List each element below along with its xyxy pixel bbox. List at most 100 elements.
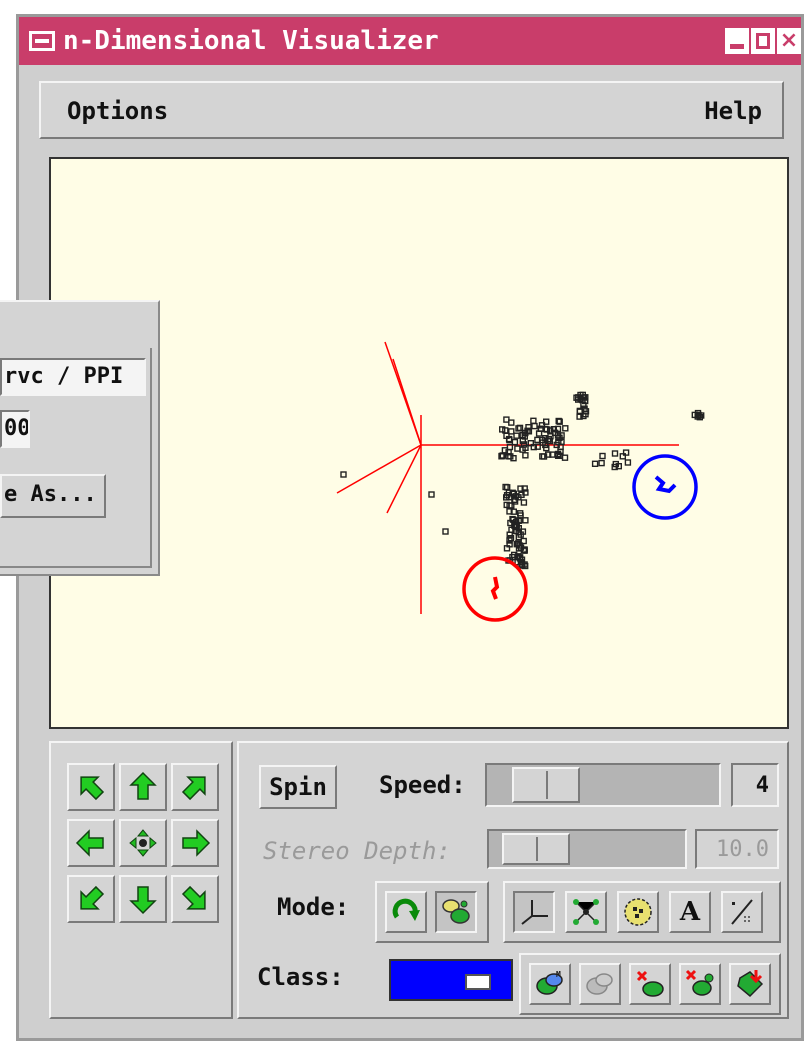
minimize-icon[interactable] xyxy=(725,28,749,54)
maximize-icon[interactable] xyxy=(751,28,775,54)
menu-bar: Options Help xyxy=(39,81,784,139)
data-point xyxy=(530,417,537,424)
label-points-button[interactable]: A xyxy=(669,891,711,933)
data-point xyxy=(531,422,538,430)
data-point xyxy=(514,445,521,452)
class-manager-button[interactable]: M xyxy=(529,963,571,1005)
show-axes-button[interactable] xyxy=(513,891,555,933)
scatter-plot-canvas[interactable] xyxy=(49,157,789,729)
arrow-left-icon xyxy=(75,829,104,857)
arrow-up-right-icon xyxy=(181,776,206,801)
rotation-panel xyxy=(49,741,233,1019)
projection-axes xyxy=(336,341,679,614)
paint-mode-button[interactable] xyxy=(435,891,477,933)
units-field[interactable]: rvc / PPI xyxy=(0,358,146,396)
stereo-depth-slider-thumb[interactable] xyxy=(502,833,570,865)
rotate-right-button[interactable] xyxy=(171,819,219,867)
class-export-button[interactable] xyxy=(729,963,771,1005)
class-color-selector[interactable] xyxy=(389,959,513,1001)
projection-scale-button[interactable] xyxy=(721,891,763,933)
mode-label: Mode: xyxy=(277,893,350,921)
window-title: n-Dimensional Visualizer xyxy=(63,26,439,56)
class-disabled-icon xyxy=(586,973,613,995)
svg-text:M: M xyxy=(556,970,561,979)
class-label: Class: xyxy=(257,963,344,991)
partial-settings-panel: rvc / PPI 00 e As... xyxy=(0,300,160,576)
arrow-down-left-icon xyxy=(80,885,105,910)
data-point xyxy=(611,450,619,457)
class-markers xyxy=(462,454,698,622)
speed-slider[interactable] xyxy=(485,763,721,807)
rotate-mode-button[interactable] xyxy=(385,891,427,933)
class-remove-button[interactable] xyxy=(629,963,671,1005)
red-class-points xyxy=(490,576,500,600)
data-point xyxy=(624,459,632,466)
arrow-up-left-icon xyxy=(80,776,105,801)
rotate-down-right-button[interactable] xyxy=(171,875,219,923)
stereo-depth-value: 10.0 xyxy=(695,829,779,869)
data-point xyxy=(599,452,606,460)
data-point xyxy=(428,491,435,498)
arrow-down-icon xyxy=(129,886,157,915)
label-a-icon: A xyxy=(679,897,701,927)
show-connections-button[interactable] xyxy=(565,891,607,933)
rotate-icon xyxy=(392,898,420,921)
blue-class-marker xyxy=(632,454,698,520)
display-tools-group: A xyxy=(503,881,781,943)
data-point xyxy=(561,454,569,461)
data-point xyxy=(598,459,605,467)
slash-grid-icon xyxy=(731,899,753,925)
paint-blobs-icon xyxy=(442,899,470,924)
settings-group: rvc / PPI 00 e As... xyxy=(0,348,152,568)
title-bar[interactable]: n-Dimensional Visualizer × xyxy=(19,17,801,65)
class-remove-icon xyxy=(636,970,664,997)
data-point xyxy=(522,452,529,459)
cluster-icon xyxy=(624,898,652,926)
class-delete-button[interactable] xyxy=(679,963,721,1005)
plot-svg xyxy=(336,341,705,622)
arrow-right-icon xyxy=(182,829,211,857)
speed-slider-thumb[interactable] xyxy=(512,767,580,803)
data-point xyxy=(442,528,449,535)
data-point xyxy=(511,438,519,446)
data-point xyxy=(513,432,520,439)
network-icon xyxy=(573,899,599,925)
class-disabled-button xyxy=(579,963,621,1005)
window-menu-icon[interactable] xyxy=(29,31,55,51)
stereo-depth-slider[interactable] xyxy=(487,829,687,869)
controls-panel: Spin Speed: 4 Stereo Depth: 10.0 Mode: A… xyxy=(237,741,789,1019)
axis-line xyxy=(392,358,422,446)
mode-toggle-group xyxy=(375,881,489,943)
class-manage-icon: M xyxy=(536,970,563,995)
axes-icon xyxy=(521,900,548,925)
data-point xyxy=(340,471,347,478)
data-point xyxy=(520,499,528,506)
arrow-down-right-icon xyxy=(181,885,206,910)
class-export-icon xyxy=(737,970,764,998)
rotate-up-left-button[interactable] xyxy=(67,763,115,811)
rotate-left-button[interactable] xyxy=(67,819,115,867)
spin-button[interactable]: Spin xyxy=(259,765,337,809)
rotate-down-button[interactable] xyxy=(119,875,167,923)
data-point xyxy=(562,425,569,432)
speed-value: 4 xyxy=(731,763,779,807)
blue-class-points xyxy=(654,475,677,494)
stereo-depth-label: Stereo Depth: xyxy=(263,837,451,865)
show-clusters-button[interactable] xyxy=(617,891,659,933)
save-as-button[interactable]: e As... xyxy=(0,474,106,518)
center-button[interactable] xyxy=(119,819,167,867)
rotate-up-button[interactable] xyxy=(119,763,167,811)
move-icon xyxy=(129,829,157,857)
point-cloud xyxy=(340,391,705,570)
resolution-field[interactable]: 00 xyxy=(0,410,30,448)
class-delete-icon xyxy=(685,969,714,996)
rotate-up-right-button[interactable] xyxy=(171,763,219,811)
rotate-down-left-button[interactable] xyxy=(67,875,115,923)
data-point xyxy=(591,460,599,467)
close-icon[interactable]: × xyxy=(777,28,801,54)
speed-label: Speed: xyxy=(379,771,466,799)
menu-help[interactable]: Help xyxy=(704,97,762,125)
arrow-up-icon xyxy=(129,771,157,800)
class-tools-group: M xyxy=(519,953,781,1015)
menu-options[interactable]: Options xyxy=(67,97,168,125)
